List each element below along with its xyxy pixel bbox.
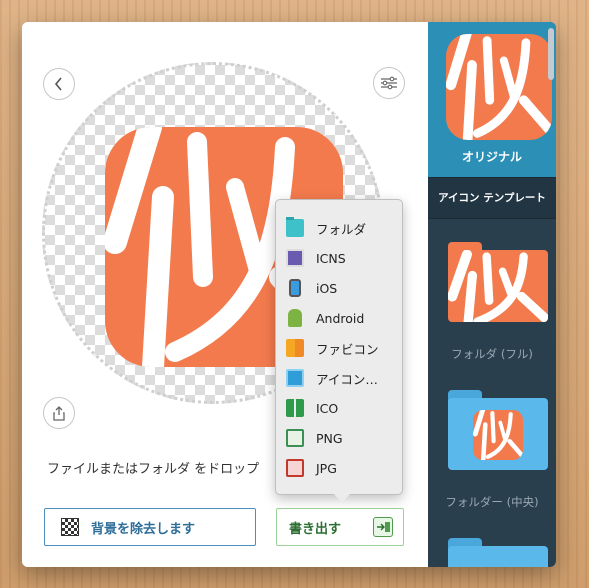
menu-item-label: JPG [316, 460, 337, 476]
template-folder-center[interactable] [448, 390, 548, 470]
png-icon [286, 429, 304, 447]
share-button[interactable] [43, 397, 75, 429]
folder-center-badge [473, 410, 523, 460]
remove-background-button[interactable]: 背景を除去します [44, 508, 256, 546]
menu-item-label: ファビコン [316, 341, 379, 357]
template-folder-full-label: フォルダ (フル) [451, 347, 533, 361]
menu-item-jpg[interactable]: JPG [286, 458, 337, 478]
menu-item-label: ICO [316, 400, 339, 416]
icns-icon [286, 249, 304, 267]
jpg-icon [286, 459, 304, 477]
drop-hint: ファイルまたはフォルダ をドロップ [47, 462, 260, 477]
original-item[interactable]: オリジナル [428, 22, 556, 177]
menu-item-android[interactable]: Android [286, 308, 364, 328]
remove-background-label: 背景を除去します [91, 521, 196, 537]
original-label: オリジナル [461, 150, 522, 164]
sidebar-scrollbar[interactable] [548, 28, 554, 80]
template-folder-full[interactable] [448, 242, 548, 322]
menu-item-label: ICNS [316, 250, 346, 266]
menu-item-folder[interactable]: フォルダ [286, 217, 367, 238]
windows-icon [286, 399, 304, 417]
menu-item-ico[interactable]: ICO [286, 398, 338, 418]
menu-item-png[interactable]: PNG [286, 428, 343, 448]
favicon-icon [286, 339, 304, 357]
menu-item-label: iOS [316, 280, 338, 296]
template-folder-partial[interactable] [448, 538, 548, 567]
app-window: ファイルまたはフォルダ をドロップ 背景を除去します 書き出す オリジナル アイ… [22, 22, 556, 567]
template-sidebar: オリジナル アイコン テンプレート フォルダ (フル) フォルダー (中央) [428, 22, 556, 567]
icon-folder-icon [286, 369, 304, 387]
menu-item-icns[interactable]: ICNS [286, 248, 346, 268]
checkerboard-icon [61, 518, 79, 536]
export-icon [373, 517, 393, 537]
menu-item-ios[interactable]: iOS [286, 278, 337, 298]
share-icon [53, 406, 65, 421]
settings-button[interactable] [373, 67, 405, 99]
export-label: 書き出す [289, 521, 342, 537]
folder-partial-body [448, 546, 548, 567]
chevron-left-icon [54, 77, 62, 91]
menu-item-label: アイコン… [316, 371, 378, 387]
original-icon-thumbnail [446, 34, 552, 140]
folder-full-body [448, 250, 548, 322]
menu-item-label: Android [316, 310, 365, 326]
templates-header: アイコン テンプレート [428, 177, 556, 219]
export-menu-arrow [334, 494, 350, 503]
menu-item-label: フォルダ [316, 221, 367, 237]
android-icon [288, 309, 302, 327]
folder-center-body [448, 398, 548, 470]
folder-icon [286, 217, 304, 237]
export-button[interactable]: 書き出す [276, 508, 404, 546]
menu-item-label: PNG [316, 430, 343, 446]
iphone-icon [289, 279, 301, 297]
export-menu: フォルダ ICNS iOS Android ファビコン アイコン… ICO PN… [275, 199, 403, 495]
menu-item-favicon[interactable]: ファビコン [286, 338, 379, 358]
template-folder-center-label: フォルダー (中央) [445, 495, 539, 509]
back-button[interactable] [43, 68, 75, 100]
menu-item-icon-folder[interactable]: アイコン… [286, 368, 378, 388]
sliders-icon [381, 76, 397, 90]
